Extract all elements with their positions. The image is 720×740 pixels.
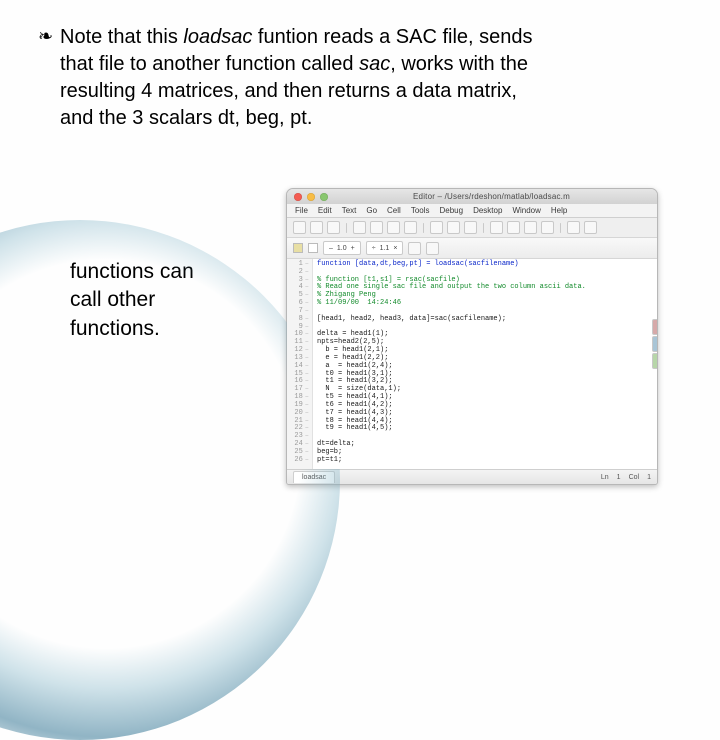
close-icon[interactable] bbox=[294, 193, 302, 201]
editor-window: Editor – /Users/rdeshon/matlab/loadsac.m… bbox=[286, 188, 658, 485]
slide: ❧ Note that this loadsac funtion reads a… bbox=[0, 0, 720, 540]
status-col-value: 1 bbox=[647, 474, 651, 481]
editor-title: Editor – /Users/rdeshon/matlab/loadsac.m bbox=[333, 192, 650, 201]
tool-button[interactable] bbox=[524, 221, 537, 234]
editor-side-tabs bbox=[652, 319, 658, 369]
tool-button[interactable] bbox=[584, 221, 597, 234]
code-area[interactable]: function [data,dt,beg,pt] = loadsac(sacf… bbox=[313, 259, 657, 469]
tool-button[interactable] bbox=[464, 221, 477, 234]
toolbar-separator bbox=[346, 223, 347, 233]
editor-body: 1–2–3–4–5–6–7–8–9–10–11–12–13–14–15–16–1… bbox=[287, 259, 657, 469]
toolbar-separator bbox=[560, 223, 561, 233]
bullet-glyph: ❧ bbox=[38, 24, 60, 49]
tool-button[interactable] bbox=[541, 221, 554, 234]
multiply-pill[interactable]: ÷ 1.1 × bbox=[366, 241, 404, 255]
menu-item-desktop[interactable]: Desktop bbox=[473, 206, 502, 215]
menu-item-tools[interactable]: Tools bbox=[411, 206, 430, 215]
maximize-icon[interactable] bbox=[320, 193, 328, 201]
menu-item-text[interactable]: Text bbox=[342, 206, 357, 215]
status-line-label: Ln bbox=[601, 474, 609, 481]
tool-button[interactable] bbox=[293, 221, 306, 234]
menu-item-file[interactable]: File bbox=[295, 206, 308, 215]
editor-menubar: File Edit Text Go Cell Tools Debug Desktop Windo… bbox=[287, 204, 657, 218]
menu-item-cell[interactable]: Cell bbox=[387, 206, 401, 215]
increment-pill[interactable]: – 1.0 + bbox=[323, 241, 361, 255]
tool-button[interactable] bbox=[430, 221, 443, 234]
editor-toolbar-2: – 1.0 + ÷ 1.1 × bbox=[287, 238, 657, 259]
bullet-block: ❧ Note that this loadsac funtion reads a… bbox=[0, 0, 720, 132]
side-tab[interactable] bbox=[652, 319, 658, 335]
menu-item-edit[interactable]: Edit bbox=[318, 206, 332, 215]
menu-item-go[interactable]: Go bbox=[366, 206, 377, 215]
toolbar-separator bbox=[423, 223, 424, 233]
menu-item-window[interactable]: Window bbox=[512, 206, 540, 215]
editor-titlebar: Editor – /Users/rdeshon/matlab/loadsac.m bbox=[287, 189, 657, 204]
tool-button[interactable] bbox=[426, 242, 439, 255]
tool-button[interactable] bbox=[404, 221, 417, 234]
menu-item-debug[interactable]: Debug bbox=[440, 206, 464, 215]
editor-toolbar-1 bbox=[287, 218, 657, 238]
menu-item-help[interactable]: Help bbox=[551, 206, 567, 215]
minimize-icon[interactable] bbox=[307, 193, 315, 201]
status-col-label: Col bbox=[629, 474, 640, 481]
status-line-value: 1 bbox=[617, 474, 621, 481]
tool-button[interactable] bbox=[567, 221, 580, 234]
side-tab[interactable] bbox=[652, 336, 658, 352]
side-tab[interactable] bbox=[652, 353, 658, 369]
line-gutter: 1–2–3–4–5–6–7–8–9–10–11–12–13–14–15–16–1… bbox=[287, 259, 313, 469]
toolbar-separator bbox=[483, 223, 484, 233]
tool-button[interactable] bbox=[353, 221, 366, 234]
editor-statusbar: loadsac Ln 1 Col 1 bbox=[287, 469, 657, 484]
tool-button[interactable] bbox=[490, 221, 503, 234]
tool-button[interactable] bbox=[310, 221, 323, 234]
bullet-text: Note that this loadsac funtion reads a S… bbox=[60, 24, 678, 132]
cell-highlight-swatch[interactable] bbox=[293, 243, 303, 253]
tool-button[interactable] bbox=[408, 242, 421, 255]
tool-button[interactable] bbox=[370, 221, 383, 234]
tool-button[interactable] bbox=[387, 221, 400, 234]
cell-highlight-swatch[interactable] bbox=[308, 243, 318, 253]
tool-button[interactable] bbox=[447, 221, 460, 234]
tool-button[interactable] bbox=[327, 221, 340, 234]
tool-button[interactable] bbox=[507, 221, 520, 234]
